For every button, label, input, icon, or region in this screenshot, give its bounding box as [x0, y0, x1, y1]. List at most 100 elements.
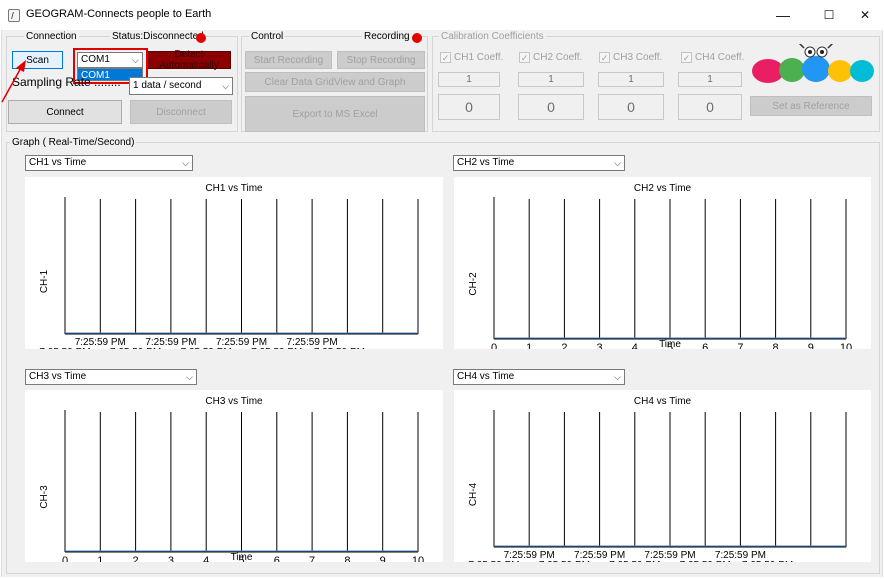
x-tick-label: 1 [526, 342, 532, 349]
ch4-coeff-input[interactable]: 1 [678, 72, 742, 87]
x-tick-label: 7:25:59 PM [680, 560, 731, 562]
calibration-group-title: Calibration Coefficients [439, 31, 546, 42]
recording-indicator [412, 33, 422, 43]
ch3-chart-svg: CH3 vs TimeCH-30 1 2 3 4 5 6 7 8 9 10Time [39, 396, 424, 567]
x-tick-label: 2 [133, 555, 139, 562]
set-as-reference-button[interactable]: Set as Reference [750, 96, 872, 116]
x-tick-label: 0 [62, 555, 68, 562]
x-tick-label: 7:25:59 PM [742, 560, 793, 562]
chart-title: CH2 vs Time [634, 183, 692, 194]
x-tick-label: 6 [702, 342, 708, 349]
y-axis-label: CH-3 [39, 485, 50, 509]
x-tick-label: 7:25:59 PM [468, 560, 519, 562]
ch2-value-display: 0 [518, 94, 584, 120]
app-icon [8, 9, 20, 22]
chevron-down-icon[interactable]: ⌵ [182, 156, 189, 170]
chart-title: CH4 vs Time [634, 396, 692, 407]
sampling-rate-combo[interactable]: 1 data / second ⌵ [129, 77, 233, 95]
annotation-arrow [1, 60, 26, 103]
x-tick-label: 7:25:59 PM [539, 560, 590, 562]
chevron-down-icon[interactable]: ⌵ [614, 156, 621, 170]
x-tick-label: 3 [597, 342, 603, 349]
ch2-coeff-checkbox[interactable]: ✓ CH2 Coeff. [519, 52, 582, 63]
chart-title: CH3 vs Time [205, 396, 263, 407]
x-tick-label: 8 [344, 555, 350, 562]
ch1-chart-svg: CH1 vs Time CH-1 7:25:59 PM 7:25:59 PM 7:25:… [39, 183, 419, 370]
graph-group-title: Graph ( Real-Time/Second) [10, 137, 137, 148]
ch1-chart: CH1 vs Time CH-1 7:25:59 PM 7:25:59 PM 7:25:… [25, 177, 443, 370]
x-axis-label: Time [659, 339, 681, 349]
x-tick-label: 7:25:59 PM [39, 347, 90, 349]
ch2-chart-selector[interactable]: CH2 vs Time ⌵ [453, 155, 625, 171]
ch2-selector-value: CH2 vs Time [457, 157, 515, 168]
x-tick-label: 7 [737, 342, 743, 349]
y-axis-label: CH-2 [468, 272, 479, 296]
ch1-selector-value: CH1 vs Time [29, 157, 87, 168]
main-window: Connection Status:Disconnected Scan COM1… [1, 30, 883, 579]
x-tick-label: 1 [97, 555, 103, 562]
ch4-coeff-label: CH4 Coeff. [695, 52, 745, 63]
ch4-coeff-checkbox[interactable]: ✓ CH4 Coeff. [681, 52, 744, 63]
chevron-down-icon[interactable]: ⌵ [186, 370, 193, 384]
stop-recording-button[interactable]: Stop Recording [337, 51, 425, 69]
recording-label: Recording [362, 31, 412, 42]
maximize-button[interactable]: ☐ [812, 3, 846, 27]
ch4-selector-value: CH4 vs Time [457, 371, 515, 382]
ch4-chart-svg: CH4 vs Time CH-4 7:25:59 PM 7:25:59 PM 7:25:… [468, 396, 847, 579]
x-axis-label: Time [231, 552, 253, 562]
ch1-value-display: 0 [438, 94, 500, 120]
x-tick-label: 0 [491, 342, 497, 349]
check-icon: ✓ [519, 52, 530, 63]
x-tick-label: 9 [808, 342, 814, 349]
x-tick-label: 10 [412, 555, 424, 562]
status-label: Status:Disconnected [110, 31, 206, 42]
detect-automatically-button[interactable]: Detect Automatically [147, 49, 231, 71]
check-icon: ✓ [599, 52, 610, 63]
ch1-coeff-input[interactable]: 1 [438, 72, 500, 87]
x-tick-label: 4 [632, 342, 638, 349]
y-axis-label: CH-4 [468, 482, 479, 506]
ch3-coeff-checkbox[interactable]: ✓ CH3 Coeff. [599, 52, 662, 63]
connection-group-title: Connection [24, 31, 79, 42]
export-excel-button[interactable]: Export to MS Excel [245, 96, 425, 132]
ch3-coeff-input[interactable]: 1 [598, 72, 664, 87]
y-axis-label: CH-1 [39, 269, 50, 293]
chevron-down-icon[interactable]: ⌵ [222, 78, 229, 94]
status-indicator [196, 33, 206, 43]
ch4-chart-selector[interactable]: CH4 vs Time ⌵ [453, 369, 625, 385]
clear-data-button[interactable]: Clear Data GridView and Graph [245, 72, 425, 92]
ch4-chart: CH4 vs Time CH-4 7:25:59 PM 7:25:59 PM 7:25:… [454, 390, 871, 579]
sampling-rate-value: 1 data / second [133, 80, 202, 91]
x-tick-label: 2 [561, 342, 567, 349]
ch3-coeff-label: CH3 Coeff. [613, 52, 663, 63]
close-button[interactable]: ✕ [848, 3, 882, 27]
minimize-button[interactable]: — [766, 3, 800, 27]
x-tick-label: 8 [773, 342, 779, 349]
title-bar: GEOGRAM-Connects people to Earth — ☐ ✕ [0, 0, 884, 30]
ch2-chart-svg: CH2 vs TimeCH-20 1 2 3 4 5 6 7 8 9 10Time [468, 183, 852, 354]
x-tick-label: 6 [274, 555, 280, 562]
x-tick-label: 7:25:59 PM [609, 560, 660, 562]
ch2-coeff-input[interactable]: 1 [518, 72, 584, 87]
x-tick-label: 9 [380, 555, 386, 562]
x-tick-label: 4 [203, 555, 209, 562]
x-tick-label: 7 [309, 555, 315, 562]
x-tick-label: 7:25:59 PM [110, 347, 161, 349]
x-tick-label: 7:25:59 PM [314, 347, 365, 349]
disconnect-button[interactable]: Disconnect [130, 100, 232, 124]
start-recording-button[interactable]: Start Recording [245, 51, 332, 69]
logo-graphic [752, 41, 874, 83]
ch2-chart: CH2 vs Time CH-2 0 1 2 3 4 5 6 7 8 9 10 Time [454, 177, 871, 354]
chart-title: CH1 vs Time [205, 183, 263, 194]
ch3-chart-selector[interactable]: CH3 vs Time ⌵ [25, 369, 197, 385]
ch3-selector-value: CH3 vs Time [29, 371, 87, 382]
ch1-coeff-checkbox[interactable]: ✓ CH1 Coeff. [440, 52, 503, 63]
ch3-value-display: 0 [598, 94, 664, 120]
chevron-down-icon[interactable]: ⌵ [614, 370, 621, 384]
control-group-title: Control [249, 31, 286, 42]
check-icon: ✓ [681, 52, 692, 63]
ch1-chart-selector[interactable]: CH1 vs Time ⌵ [25, 155, 193, 171]
geogrits-logo [748, 41, 878, 88]
ch3-chart: CH3 vs Time CH-3 0 1 2 3 4 5 6 7 8 9 10 Time [25, 390, 443, 567]
window-title: GEOGRAM-Connects people to Earth [26, 8, 212, 20]
